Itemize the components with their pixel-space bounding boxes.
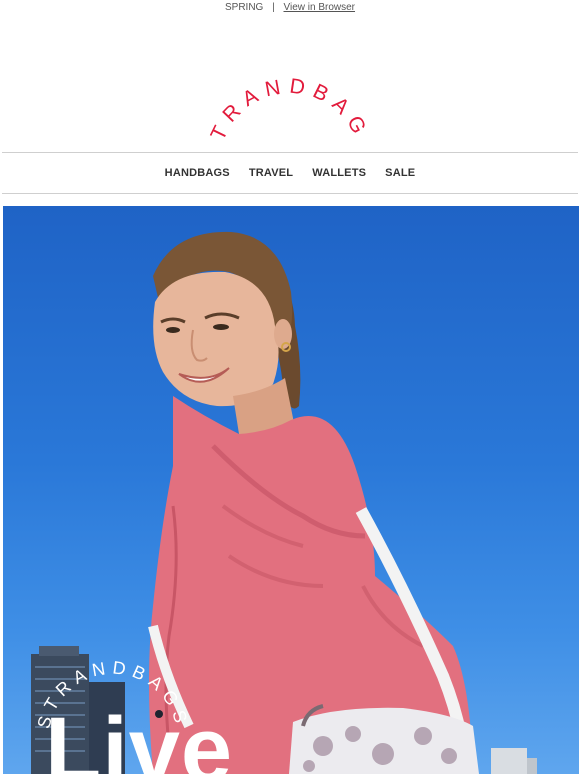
nav-item-travel[interactable]: TRAVEL <box>239 167 302 179</box>
hero-banner[interactable]: STRANDBAGS Live <box>3 206 579 774</box>
svg-text:STRANDBAGS: STRANDBAGS <box>190 15 374 144</box>
main-nav: HANDBAGS TRAVEL WALLETS SALE <box>0 153 580 193</box>
nav-item-sale[interactable]: SALE <box>376 167 425 179</box>
preheader-separator: | <box>272 2 275 13</box>
nav-bottom-divider <box>2 193 578 194</box>
view-in-browser-link[interactable]: View in Browser <box>284 2 356 13</box>
preheader-season: SPRING <box>224 2 264 13</box>
preheader: SPRING | View in Browser <box>0 0 580 15</box>
brand-logo[interactable]: STRANDBAGS <box>0 15 580 152</box>
nav-item-wallets[interactable]: WALLETS <box>303 167 376 179</box>
strandbags-logo: STRANDBAGS <box>190 15 374 144</box>
logo-text: STRANDBAGS <box>190 15 366 144</box>
hero-headline: Live <box>45 699 234 774</box>
nav-item-handbags[interactable]: HANDBAGS <box>155 167 239 179</box>
